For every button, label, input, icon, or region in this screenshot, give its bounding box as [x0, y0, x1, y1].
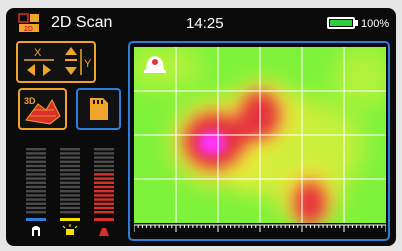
level-segment: [26, 148, 46, 151]
level-segment: [94, 206, 114, 210]
axis-toggle-button[interactable]: X Y: [16, 41, 96, 83]
level-segment: [26, 190, 46, 193]
level-segment: [26, 177, 46, 180]
level-segment: [26, 173, 46, 176]
level-segment: [94, 190, 114, 193]
level-segment: [94, 148, 114, 151]
level-segment: [26, 169, 46, 172]
level-segment: [26, 160, 46, 163]
level-indicator: [60, 218, 80, 221]
level-segment: [60, 190, 80, 193]
level-segment: [26, 164, 46, 168]
level-segment: [94, 169, 114, 172]
level-segment: [94, 198, 114, 201]
level-segment: [94, 164, 114, 168]
level-segment: [26, 194, 46, 197]
scan-heatmap: [134, 47, 386, 223]
level-segment: [94, 202, 114, 205]
level-segment: [60, 198, 80, 201]
level-segment: [26, 211, 46, 214]
device-screen: 2D 2D Scan 14:25 100% X Y 3D: [6, 8, 396, 246]
level-segment: [60, 194, 80, 197]
level-segment: [94, 177, 114, 180]
status-bar: 2D 2D Scan 14:25 100%: [6, 8, 396, 36]
view-3d-button[interactable]: 3D: [18, 88, 67, 130]
level-segment: [60, 169, 80, 172]
sd-card-icon: [90, 98, 108, 120]
level-meters: [20, 146, 120, 238]
level-segment: [60, 206, 80, 210]
level-segment: [26, 206, 46, 210]
level-segment: [26, 156, 46, 159]
battery-tip: [355, 20, 358, 26]
level-segment: [26, 198, 46, 201]
battery-icon: [327, 17, 355, 29]
lamp-icon: [62, 224, 78, 235]
level-segment: [60, 164, 80, 168]
probe-position-icon[interactable]: [142, 51, 168, 75]
scan-view[interactable]: [128, 41, 390, 241]
3d-view-icon: 3D: [24, 96, 61, 125]
level-segment: [94, 181, 114, 184]
axis-arrows-icon: X Y: [24, 47, 92, 76]
level-segment: [94, 185, 114, 189]
y-axis-label: Y: [84, 58, 92, 70]
level-segment: [60, 202, 80, 205]
battery-fill: [330, 20, 352, 26]
level-segment: [94, 173, 114, 176]
level-segment: [60, 152, 80, 155]
level-segment: [60, 185, 80, 189]
level-segment: [26, 202, 46, 205]
level-segment: [94, 194, 114, 197]
level-segment: [60, 148, 80, 151]
probe-icon: [32, 226, 40, 236]
level-segment: [94, 211, 114, 214]
scan-mode-icon[interactable]: 2D: [18, 13, 40, 33]
target-icon: [99, 228, 109, 236]
level-segment: [60, 177, 80, 180]
level-segment: [60, 156, 80, 159]
level-segment: [60, 211, 80, 214]
level-segment: [60, 160, 80, 163]
view-3d-label: 3D: [24, 96, 36, 106]
level-indicator: [94, 218, 114, 221]
level-segment: [60, 181, 80, 184]
level-segment: [26, 185, 46, 189]
clock: 14:25: [186, 15, 224, 32]
sd-card-button[interactable]: [76, 88, 121, 130]
level-segment: [94, 160, 114, 163]
level-segment: [60, 173, 80, 176]
page-title: 2D Scan: [51, 14, 113, 31]
x-axis-label: X: [34, 47, 42, 59]
level-segment: [94, 152, 114, 155]
level-segment: [26, 181, 46, 184]
distance-ruler: [134, 224, 386, 235]
level-segment: [26, 152, 46, 155]
level-segment: [94, 156, 114, 159]
battery-percent: 100%: [361, 18, 390, 30]
level-meters-graphic: [26, 148, 114, 236]
mode-icon-label: 2D: [24, 26, 33, 33]
level-indicator: [26, 218, 46, 221]
